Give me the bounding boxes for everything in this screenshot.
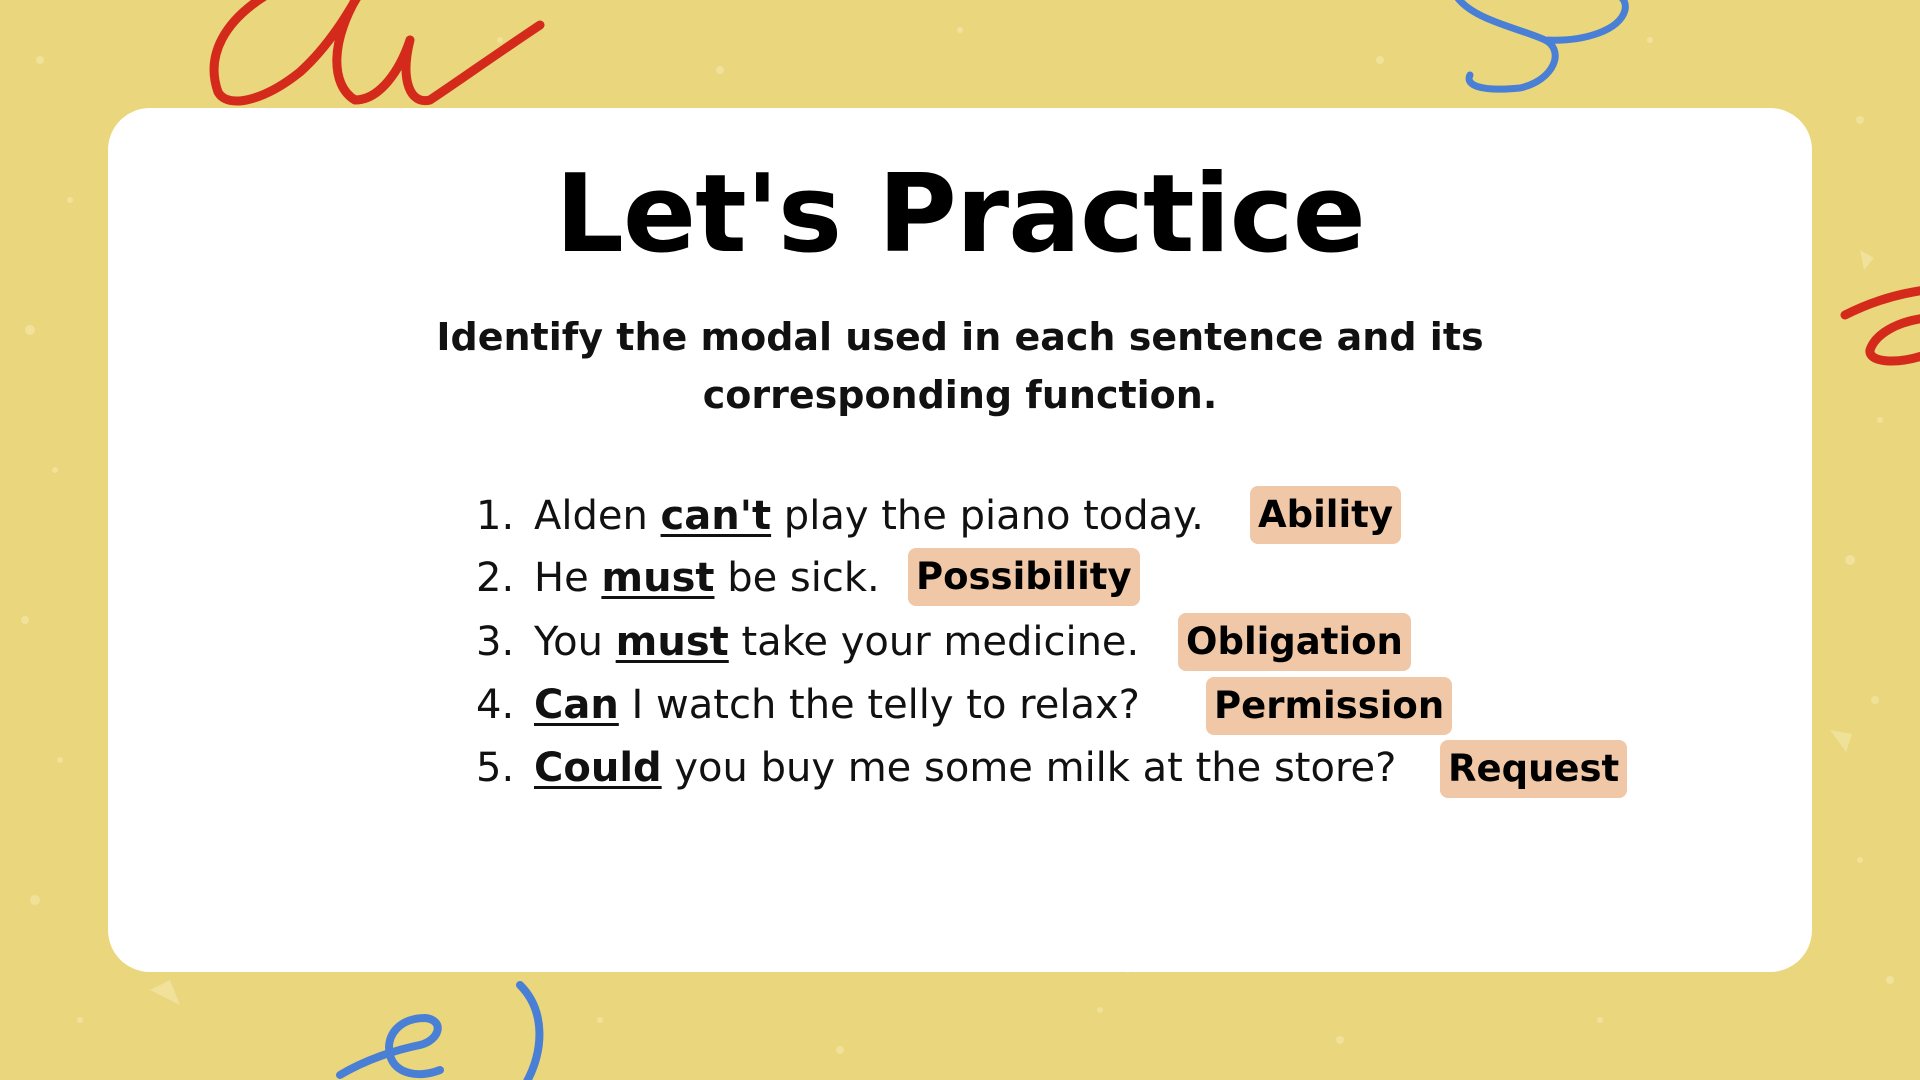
modal-word: must xyxy=(615,619,729,665)
list-item: 4. Can I watch the telly to relax? xyxy=(476,677,1140,733)
item-number: 4. xyxy=(476,682,515,728)
sentence-text: Alden xyxy=(534,493,661,539)
item-number: 5. xyxy=(476,745,515,791)
list-item: 2. He must be sick. xyxy=(476,550,880,606)
function-tag: Ability xyxy=(1250,486,1401,544)
sentence-text: I watch the telly to relax? xyxy=(618,682,1140,728)
practice-list: 1. Alden can't play the piano today. Abi… xyxy=(0,0,1920,1080)
list-item: 1. Alden can't play the piano today. xyxy=(476,488,1204,544)
sentence-text: be sick. xyxy=(714,555,880,601)
modal-word: must xyxy=(601,555,715,601)
sentence-text: play the piano today. xyxy=(771,493,1204,539)
sentence-text: You xyxy=(534,619,616,665)
item-number: 2. xyxy=(476,555,515,601)
list-item: 5. Could you buy me some milk at the sto… xyxy=(476,740,1396,796)
list-item: 3. You must take your medicine. xyxy=(476,614,1139,670)
slide: Let's Practice Identify the modal used i… xyxy=(0,0,1920,1080)
function-tag: Request xyxy=(1440,740,1628,798)
sentence-text: take your medicine. xyxy=(728,619,1140,665)
item-number: 1. xyxy=(476,493,515,539)
sentence-text: you buy me some milk at the store? xyxy=(661,745,1397,791)
sentence-text: He xyxy=(534,555,602,601)
modal-word: can't xyxy=(660,493,772,539)
function-tag: Permission xyxy=(1206,677,1453,735)
modal-word: Can xyxy=(534,682,619,728)
function-tag: Obligation xyxy=(1178,613,1411,671)
item-number: 3. xyxy=(476,619,515,665)
modal-word: Could xyxy=(534,745,662,791)
function-tag: Possibility xyxy=(908,548,1140,606)
